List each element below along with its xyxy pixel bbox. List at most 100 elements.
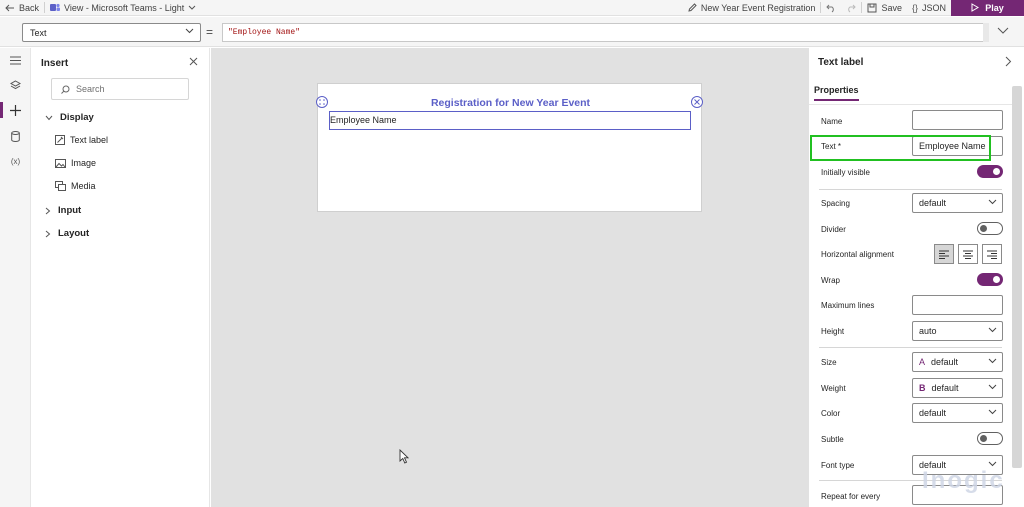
move-handle-icon[interactable] bbox=[316, 96, 328, 108]
redo-icon bbox=[848, 4, 857, 12]
chevron-down-icon bbox=[988, 384, 997, 390]
bold-icon: B bbox=[919, 383, 926, 393]
height-dropdown[interactable]: auto bbox=[912, 321, 1003, 341]
align-left-icon bbox=[939, 250, 949, 259]
json-button[interactable]: {} JSON bbox=[907, 0, 951, 16]
save-button[interactable]: Save bbox=[862, 0, 907, 16]
size-value: default bbox=[931, 357, 959, 367]
properties-scrollbar[interactable] bbox=[1012, 86, 1022, 468]
canvas[interactable]: Registration for New Year Event Employee… bbox=[211, 48, 808, 507]
align-left-button[interactable] bbox=[934, 244, 954, 264]
name-field[interactable] bbox=[912, 110, 1003, 130]
wrap-toggle[interactable] bbox=[977, 273, 1003, 286]
subtle-label: Subtle bbox=[821, 435, 844, 444]
group-input[interactable]: Input bbox=[45, 205, 81, 216]
align-center-button[interactable] bbox=[958, 244, 978, 264]
group-display[interactable]: Display bbox=[45, 112, 94, 123]
braces-icon: {} bbox=[911, 2, 918, 13]
close-icon[interactable] bbox=[189, 57, 198, 66]
chevron-down-icon bbox=[188, 5, 196, 10]
section-divider bbox=[819, 347, 1002, 348]
chevron-down-icon[interactable] bbox=[997, 27, 1009, 34]
watermark-logo: Inogic bbox=[922, 467, 1005, 494]
spacing-label: Spacing bbox=[821, 199, 850, 208]
color-dropdown[interactable]: default bbox=[912, 403, 1003, 423]
chevron-right-icon[interactable] bbox=[1005, 56, 1012, 67]
group-layout[interactable]: Layout bbox=[45, 228, 89, 239]
search-input[interactable]: Search bbox=[51, 78, 189, 100]
selected-text-label[interactable]: Employee Name bbox=[329, 111, 691, 130]
view-theme-dropdown[interactable]: View - Microsoft Teams - Light bbox=[45, 0, 201, 16]
properties-title: Text label bbox=[818, 57, 864, 68]
play-button[interactable]: Play bbox=[951, 0, 1024, 16]
insert-pane: Insert Search Display Text label Image M… bbox=[31, 48, 210, 507]
chevron-right-icon bbox=[45, 207, 51, 214]
chevron-down-icon bbox=[988, 199, 997, 205]
app-screen[interactable]: Registration for New Year Event Employee… bbox=[316, 83, 703, 212]
redo-button[interactable] bbox=[841, 0, 861, 16]
undo-icon bbox=[826, 4, 835, 12]
insert-item-image-label: Image bbox=[71, 158, 97, 168]
layers-icon[interactable] bbox=[8, 78, 23, 93]
font-type-label: Font type bbox=[821, 461, 855, 470]
media-icon bbox=[55, 181, 66, 191]
spacing-dropdown[interactable]: default bbox=[912, 193, 1003, 213]
maximum-lines-field[interactable] bbox=[912, 295, 1003, 315]
weight-dropdown[interactable]: B default bbox=[912, 378, 1003, 398]
insert-item-media[interactable]: Media bbox=[55, 181, 96, 191]
initially-visible-label: Initially visible bbox=[821, 168, 870, 177]
chevron-down-icon bbox=[988, 327, 997, 333]
chevron-down-icon bbox=[45, 115, 53, 120]
insert-item-text-label-label: Text label bbox=[70, 135, 109, 145]
insert-item-image[interactable]: Image bbox=[55, 158, 96, 168]
screen-title[interactable]: Registration for New Year Event bbox=[318, 97, 703, 109]
database-icon[interactable] bbox=[8, 129, 23, 144]
toggle-knob bbox=[980, 225, 987, 232]
size-label: Size bbox=[821, 358, 837, 367]
app-name[interactable]: New Year Event Registration bbox=[682, 0, 821, 16]
insert-item-media-label: Media bbox=[71, 181, 96, 191]
size-dropdown[interactable]: A default bbox=[912, 352, 1003, 372]
remove-element-icon[interactable] bbox=[691, 96, 703, 108]
play-label: Play bbox=[985, 2, 1004, 13]
wrap-label: Wrap bbox=[821, 276, 840, 285]
formula-input[interactable]: "Employee Name" bbox=[222, 23, 989, 42]
variables-icon[interactable]: (x) bbox=[8, 154, 23, 169]
view-label: View - Microsoft Teams - Light bbox=[64, 2, 185, 13]
font-size-icon: A bbox=[919, 357, 926, 367]
play-icon bbox=[971, 3, 980, 12]
tab-underline-divider bbox=[809, 104, 1014, 105]
formula-scrollbar[interactable] bbox=[983, 23, 989, 42]
text-label-icon bbox=[55, 135, 65, 145]
json-label: JSON bbox=[921, 2, 946, 13]
chevron-down-icon bbox=[185, 28, 194, 34]
align-center-icon bbox=[963, 250, 973, 259]
mouse-cursor-icon bbox=[399, 449, 409, 464]
subtle-toggle[interactable] bbox=[977, 432, 1003, 445]
group-layout-label: Layout bbox=[58, 228, 90, 239]
initially-visible-toggle[interactable] bbox=[977, 165, 1003, 178]
name-label: Name bbox=[821, 117, 843, 126]
property-selector-value: Text bbox=[30, 27, 47, 38]
spacing-value: default bbox=[919, 198, 947, 208]
undo-button[interactable] bbox=[821, 0, 841, 16]
save-icon bbox=[867, 3, 877, 12]
tab-properties[interactable]: Properties bbox=[814, 85, 859, 101]
property-selector[interactable]: Text bbox=[22, 23, 201, 42]
align-right-button[interactable] bbox=[982, 244, 1002, 264]
menu-icon[interactable] bbox=[8, 53, 23, 68]
arrow-left-icon bbox=[5, 4, 14, 11]
active-indicator bbox=[0, 102, 3, 118]
top-bar: Back View - Microsoft Teams - Light New … bbox=[0, 0, 1024, 16]
insert-plus-icon[interactable] bbox=[8, 103, 23, 118]
save-label: Save bbox=[881, 2, 902, 13]
chevron-right-icon bbox=[45, 230, 51, 237]
divider-toggle[interactable] bbox=[977, 222, 1003, 235]
properties-panel: Text label Properties Name Text * Employ… bbox=[808, 48, 1024, 507]
insert-item-text-label[interactable]: Text label bbox=[55, 135, 108, 145]
toggle-knob bbox=[993, 168, 1000, 175]
equals-sign: = bbox=[206, 25, 214, 39]
pencil-icon bbox=[688, 2, 697, 12]
back-button[interactable]: Back bbox=[0, 0, 44, 16]
app-name-label: New Year Event Registration bbox=[700, 2, 816, 13]
